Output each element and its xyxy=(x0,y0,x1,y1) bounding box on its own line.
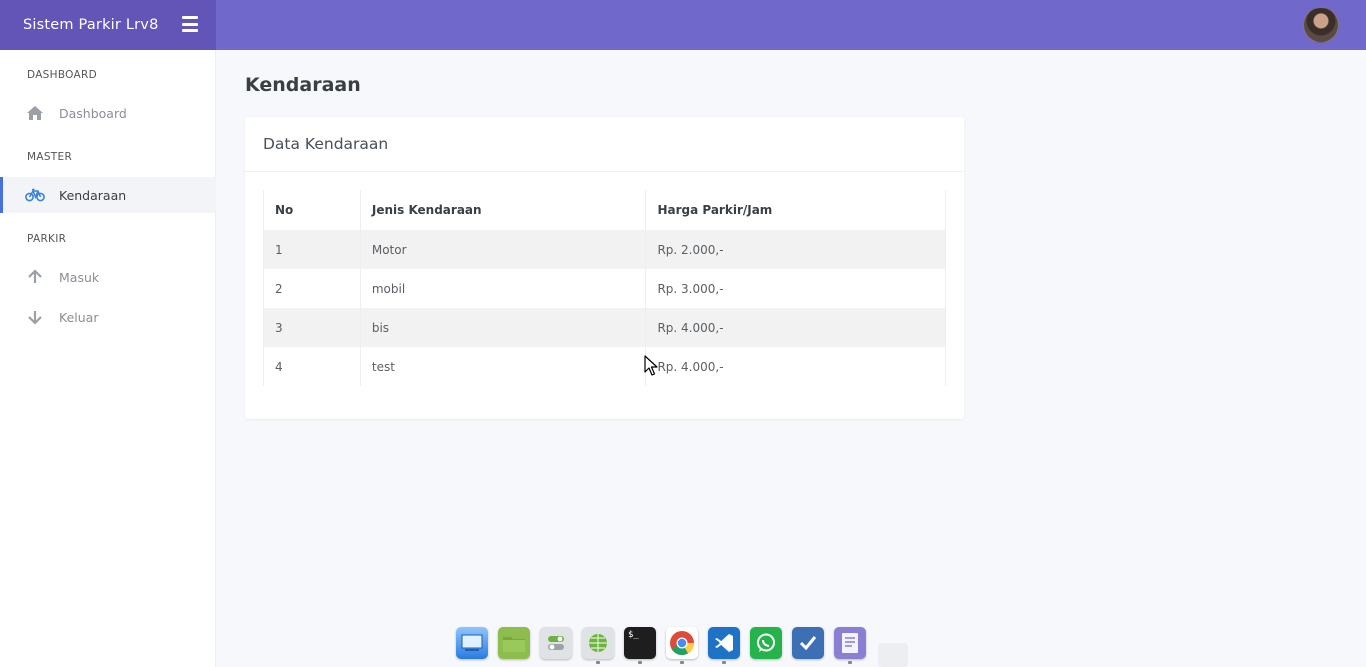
kendaraan-table: No Jenis Kendaraan Harga Parkir/Jam 1 Mo… xyxy=(263,190,946,386)
hamburger-menu-icon[interactable] xyxy=(182,16,198,32)
taskbar-dock: $_ xyxy=(456,627,866,664)
cell-no: 3 xyxy=(263,308,361,347)
sidebar-item-dashboard[interactable]: Dashboard xyxy=(0,95,216,131)
column-header-jenis[interactable]: Jenis Kendaraan xyxy=(359,190,646,230)
arrow-down-icon xyxy=(25,308,45,326)
table-container: No Jenis Kendaraan Harga Parkir/Jam 1 Mo… xyxy=(263,190,946,386)
cell-no: 1 xyxy=(263,230,361,269)
vscode-icon[interactable] xyxy=(708,627,740,664)
cell-harga: Rp. 2.000,- xyxy=(645,230,946,269)
sidebar-section-dashboard: DASHBOARD xyxy=(27,69,98,81)
column-header-no[interactable]: No xyxy=(263,190,361,230)
dock-placeholder-icon xyxy=(878,643,908,667)
sidebar-item-keluar[interactable]: Keluar xyxy=(0,299,216,335)
arrow-up-icon xyxy=(25,268,45,286)
sidebar: DASHBOARD Dashboard MASTER Kendaraan PAR… xyxy=(0,50,216,667)
folder-icon[interactable] xyxy=(498,627,530,659)
table-header-row: No Jenis Kendaraan Harga Parkir/Jam xyxy=(263,190,946,230)
screen-icon[interactable] xyxy=(456,627,488,659)
network-icon[interactable] xyxy=(582,627,614,664)
data-card: Data Kendaraan No Jenis Kendaraan Harga … xyxy=(245,117,964,419)
chrome-icon[interactable] xyxy=(666,627,698,664)
cell-jenis: test xyxy=(359,347,646,386)
brand-bar: Sistem Parkir Lrv8 xyxy=(0,0,216,50)
sidebar-item-label: Keluar xyxy=(59,309,99,325)
table-row: 3 bis Rp. 4.000,- xyxy=(263,308,946,347)
card-title: Data Kendaraan xyxy=(245,117,964,172)
terminal-glyph: $_ xyxy=(628,630,639,640)
mouse-pointer-icon xyxy=(644,355,658,376)
sidebar-section-parkir: PARKIR xyxy=(27,233,67,245)
tasks-icon[interactable] xyxy=(792,627,824,659)
settings-toggle-icon[interactable] xyxy=(540,627,572,659)
cell-harga: Rp. 4.000,- xyxy=(645,308,946,347)
cell-harga: Rp. 4.000,- xyxy=(645,347,946,386)
cell-jenis: Motor xyxy=(359,230,646,269)
sidebar-item-kendaraan[interactable]: Kendaraan xyxy=(0,177,216,213)
user-avatar[interactable] xyxy=(1303,7,1339,43)
table-row: 1 Motor Rp. 2.000,- xyxy=(263,230,946,269)
cell-jenis: mobil xyxy=(359,269,646,308)
sidebar-item-label: Kendaraan xyxy=(59,187,127,203)
bicycle-icon xyxy=(25,186,45,204)
cell-no: 4 xyxy=(263,347,361,386)
app-title[interactable]: Sistem Parkir Lrv8 xyxy=(23,17,159,33)
top-navbar xyxy=(216,0,1366,50)
page-title: Kendaraan xyxy=(245,74,361,96)
column-header-harga[interactable]: Harga Parkir/Jam xyxy=(645,190,946,230)
whatsapp-icon[interactable] xyxy=(750,627,782,659)
notes-icon[interactable] xyxy=(834,627,866,664)
table-row: 2 mobil Rp. 3.000,- xyxy=(263,269,946,308)
cell-no: 2 xyxy=(263,269,361,308)
table-row: 4 test Rp. 4.000,- xyxy=(263,347,946,386)
sidebar-item-masuk[interactable]: Masuk xyxy=(0,259,216,295)
sidebar-item-label: Dashboard xyxy=(59,105,127,121)
cell-jenis: bis xyxy=(359,308,646,347)
home-icon xyxy=(25,104,45,122)
terminal-icon[interactable]: $_ xyxy=(624,627,656,664)
sidebar-section-master: MASTER xyxy=(27,151,73,163)
cell-harga: Rp. 3.000,- xyxy=(645,269,946,308)
sidebar-item-label: Masuk xyxy=(59,269,100,285)
